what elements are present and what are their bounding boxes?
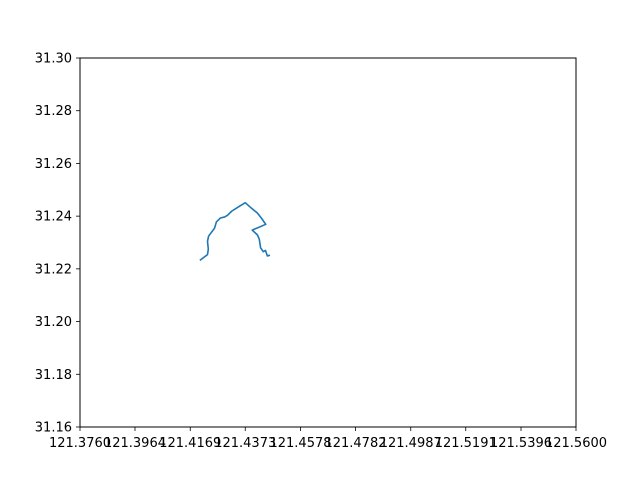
x-tick-label: 121.4373 bbox=[214, 436, 276, 451]
series-line bbox=[199, 201, 271, 262]
x-tick-label: 121.3964 bbox=[104, 436, 166, 451]
x-tick-label: 121.5191 bbox=[435, 436, 497, 451]
x-axis: 121.3760121.3964121.4169121.4373121.4578… bbox=[49, 427, 607, 451]
y-tick-label: 31.24 bbox=[35, 210, 72, 225]
plot-area bbox=[199, 201, 271, 262]
y-tick-label: 31.26 bbox=[35, 157, 72, 172]
x-tick-label: 121.4782 bbox=[324, 436, 386, 451]
x-tick-label: 121.4987 bbox=[380, 436, 442, 451]
y-tick-label: 31.18 bbox=[35, 368, 72, 383]
x-tick-label: 121.3760 bbox=[49, 436, 111, 451]
y-tick-label: 31.16 bbox=[35, 421, 72, 436]
y-tick-label: 31.20 bbox=[35, 315, 72, 330]
x-tick-label: 121.5600 bbox=[545, 436, 607, 451]
x-tick-label: 121.4578 bbox=[269, 436, 331, 451]
line-chart: 121.3760121.3964121.4169121.4373121.4578… bbox=[35, 52, 607, 452]
y-axis: 31.16 31.18 31.20 31.22 31.24 31.26 31.28 31.30 bbox=[35, 52, 80, 436]
axes-frame bbox=[79, 57, 577, 428]
y-tick-label: 31.30 bbox=[35, 52, 72, 67]
x-tick-label: 121.4169 bbox=[159, 436, 221, 451]
y-tick-label: 31.22 bbox=[35, 262, 72, 277]
x-tick-label: 121.5396 bbox=[490, 436, 552, 451]
y-tick-label: 31.28 bbox=[35, 104, 72, 119]
